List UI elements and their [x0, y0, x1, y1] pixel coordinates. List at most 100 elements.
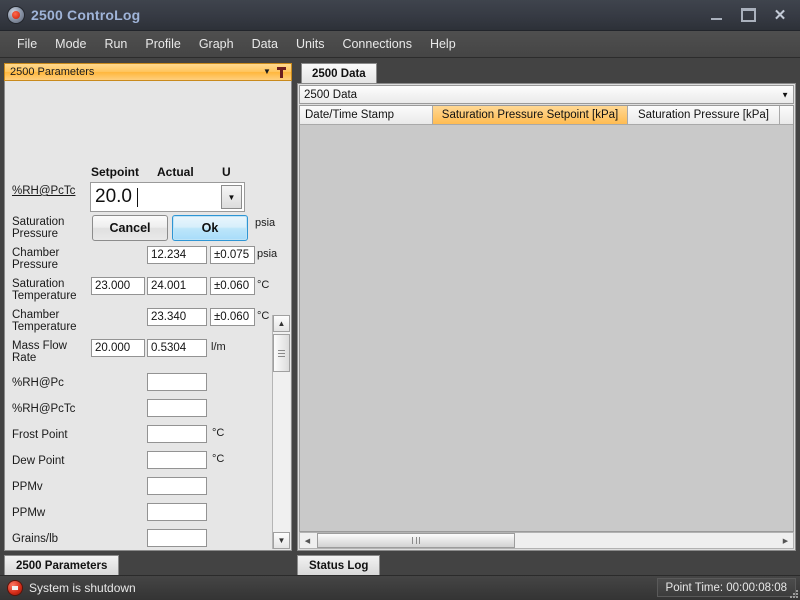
pin-icon[interactable]: [274, 65, 288, 79]
scroll-thumb[interactable]: [273, 334, 290, 372]
param-actual-ppmv[interactable]: [147, 477, 207, 495]
param-setpoint-saturation-temperature[interactable]: 23.000: [91, 277, 145, 295]
param-unit-chamber-temperature: °C: [257, 310, 270, 322]
menu-run[interactable]: Run: [95, 33, 136, 55]
menu-graph[interactable]: Graph: [190, 33, 243, 55]
param-unit-saturation-temperature: °C: [257, 279, 270, 291]
param-label-ppmv[interactable]: PPMv: [12, 481, 88, 493]
data-horizontal-scrollbar[interactable]: ◀ ▶: [299, 532, 794, 549]
resize-grip-icon[interactable]: [788, 588, 798, 598]
application-window: 2500 ControLog ✕ File Mode Run Profile G…: [0, 0, 800, 600]
parameters-pane-title: 2500 Parameters: [10, 66, 95, 78]
minimize-button[interactable]: [700, 3, 732, 27]
param-actual-chamber-temperature[interactable]: 23.340: [147, 308, 207, 326]
setpoint-edit-combo[interactable]: 20.0 ▼: [90, 182, 245, 212]
cancel-button[interactable]: Cancel: [92, 215, 168, 241]
param-label-rh-pc[interactable]: %RH@Pc: [12, 377, 88, 389]
menu-bar: File Mode Run Profile Graph Data Units C…: [0, 31, 800, 58]
param-label-frost-point[interactable]: Frost Point: [12, 429, 88, 441]
right-dock-tabstrip: Status Log: [297, 553, 796, 575]
data-grid-header: Date/Time Stamp Saturation Pressure Setp…: [300, 106, 793, 125]
parameters-scroll-area: Setpoint Actual U %RH@PcTc Saturation Pr…: [5, 81, 291, 550]
param-actual-grains-lb[interactable]: [147, 529, 207, 547]
parameters-panel: Setpoint Actual U %RH@PcTc Saturation Pr…: [4, 81, 292, 551]
maximize-icon: [740, 8, 756, 22]
chevron-down-icon[interactable]: ▼: [781, 90, 789, 99]
data-grid: Date/Time Stamp Saturation Pressure Setp…: [299, 105, 794, 532]
parameters-vertical-scrollbar[interactable]: ▲ ▼: [272, 315, 290, 549]
param-actual-rh-pc[interactable]: [147, 373, 207, 391]
param-actual-saturation-temperature[interactable]: 24.001: [147, 277, 207, 295]
param-label-rh-pctc-2[interactable]: %RH@PcTc: [12, 403, 88, 415]
scroll-thumb-grip: [278, 349, 285, 357]
status-message: System is shutdown: [29, 581, 136, 595]
menu-file[interactable]: File: [8, 33, 46, 55]
param-unit-dew-point: °C: [212, 453, 225, 465]
menu-units[interactable]: Units: [287, 33, 333, 55]
menu-profile[interactable]: Profile: [136, 33, 189, 55]
dataset-selector[interactable]: 2500 Data ▼: [299, 85, 794, 104]
param-actual-rh-pctc-2[interactable]: [147, 399, 207, 417]
column-header-u: U: [222, 165, 231, 179]
point-time-indicator: Point Time: 00:00:08:08: [656, 578, 796, 597]
param-label-rh-pctc[interactable]: %RH@PcTc: [12, 185, 88, 197]
chevron-up-icon[interactable]: ▲: [273, 315, 290, 332]
param-actual-chamber-pressure[interactable]: 12.234: [147, 246, 207, 264]
chevron-down-icon[interactable]: ▼: [260, 65, 274, 79]
menu-data[interactable]: Data: [243, 33, 287, 55]
param-setpoint-mass-flow-rate[interactable]: 20.000: [91, 339, 145, 357]
param-label-saturation-pressure[interactable]: Saturation Pressure: [12, 216, 88, 240]
param-unit-frost-point: °C: [212, 427, 225, 439]
triangle-left-icon[interactable]: ◀: [300, 533, 315, 548]
param-unit-saturation-pressure: psia: [255, 217, 276, 229]
chevron-down-icon[interactable]: ▼: [273, 532, 290, 549]
param-actual-ppmw[interactable]: [147, 503, 207, 521]
param-label-chamber-pressure[interactable]: Chamber Pressure: [12, 247, 88, 271]
scroll-thumb-grip: [412, 537, 420, 544]
param-label-mass-flow-rate[interactable]: Mass Flow Rate: [12, 340, 88, 364]
grid-column-saturation-pressure[interactable]: Saturation Pressure [kPa]: [628, 106, 780, 124]
param-actual-frost-point[interactable]: [147, 425, 207, 443]
data-tabstrip: 2500 Data: [297, 63, 796, 83]
maximize-button[interactable]: [732, 3, 764, 27]
window-title: 2500 ControLog: [31, 7, 141, 23]
status-bar: System is shutdown Point Time: 00:00:08:…: [0, 575, 800, 600]
menu-connections[interactable]: Connections: [333, 33, 421, 55]
window-controls: ✕: [700, 0, 796, 30]
param-tolerance-saturation-temperature[interactable]: ±0.060: [210, 277, 255, 295]
data-grid-body[interactable]: [300, 125, 793, 531]
ok-button[interactable]: Ok: [172, 215, 248, 241]
hscroll-thumb[interactable]: [317, 533, 515, 548]
menu-mode[interactable]: Mode: [46, 33, 95, 55]
param-label-saturation-temperature[interactable]: Saturation Temperature: [12, 278, 88, 302]
data-dock-pane: 2500 Data 2500 Data ▼ Date/Time Stamp Sa…: [297, 63, 796, 575]
column-header-setpoint: Setpoint: [91, 165, 139, 179]
param-label-dew-point[interactable]: Dew Point: [12, 455, 88, 467]
tab-2500-parameters[interactable]: 2500 Parameters: [4, 555, 120, 575]
param-tolerance-chamber-pressure[interactable]: ±0.075: [210, 246, 255, 264]
parameters-dock-pane: 2500 Parameters ▼ Setpoint Actual U %RH@…: [4, 63, 292, 575]
param-label-grains-lb[interactable]: Grains/lb: [12, 533, 88, 545]
chevron-down-icon[interactable]: ▼: [221, 185, 242, 209]
text-caret: [136, 187, 138, 207]
main-content: 2500 Parameters ▼ Setpoint Actual U %RH@…: [0, 58, 800, 575]
data-panel: 2500 Data ▼ Date/Time Stamp Saturation P…: [297, 83, 796, 551]
grid-column-filler[interactable]: [780, 106, 793, 124]
close-button[interactable]: ✕: [764, 3, 796, 27]
param-tolerance-chamber-temperature[interactable]: ±0.060: [210, 308, 255, 326]
param-label-ppmw[interactable]: PPMw: [12, 507, 88, 519]
tab-2500-data[interactable]: 2500 Data: [301, 63, 377, 83]
grid-column-saturation-pressure-setpoint[interactable]: Saturation Pressure Setpoint [kPa]: [433, 106, 628, 124]
stop-red-icon: [8, 581, 22, 595]
triangle-right-icon[interactable]: ▶: [778, 533, 793, 548]
param-actual-mass-flow-rate[interactable]: 0.5304: [147, 339, 207, 357]
app-globe-icon: [8, 7, 24, 23]
status-state: System is shutdown: [0, 581, 136, 595]
param-actual-dew-point[interactable]: [147, 451, 207, 469]
param-unit-chamber-pressure: psia: [257, 248, 278, 260]
tab-status-log[interactable]: Status Log: [297, 555, 381, 575]
grid-column-date-time-stamp[interactable]: Date/Time Stamp: [300, 106, 433, 124]
param-label-chamber-temperature[interactable]: Chamber Temperature: [12, 309, 88, 333]
menu-help[interactable]: Help: [421, 33, 465, 55]
hscroll-track[interactable]: [315, 533, 778, 548]
